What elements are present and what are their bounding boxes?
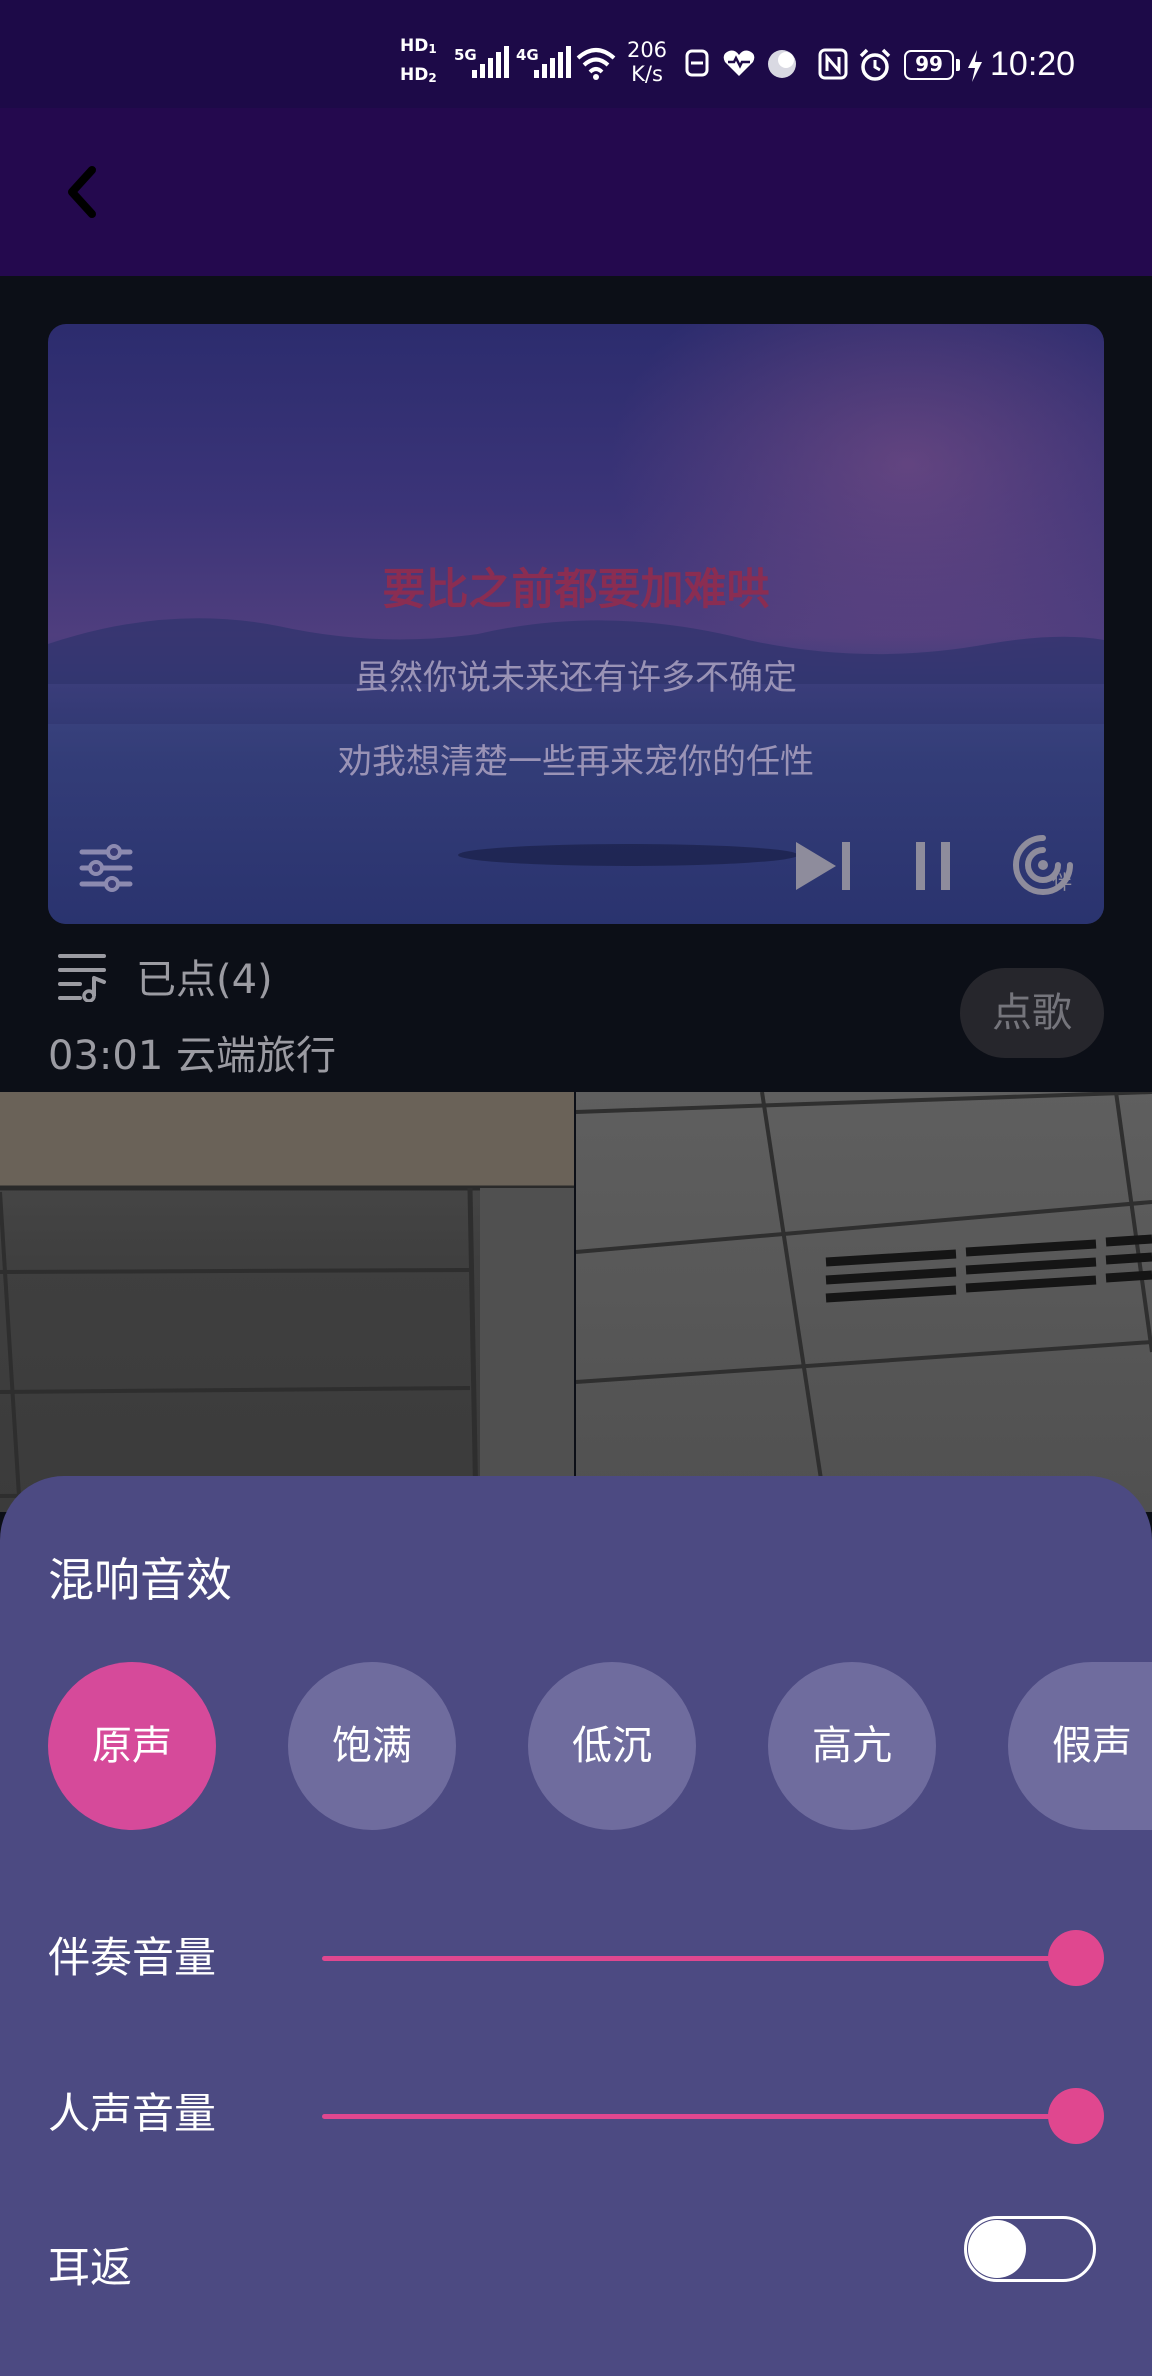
hd-1-label: HD — [400, 36, 429, 56]
network-speed: 206 K/s — [624, 38, 670, 86]
health-icon — [723, 50, 755, 76]
hd-2-icon: HD2 — [400, 65, 437, 88]
lyric-current-line: 要比之前都要加难哄 — [382, 565, 770, 615]
app-header — [0, 108, 1152, 276]
lyric-following-line: 劝我想清楚一些再来宠你的任性 — [338, 742, 814, 782]
preset-full[interactable]: 饱满 — [288, 1662, 456, 1830]
signal-2-icon — [534, 46, 571, 78]
order-song-button[interactable]: 点歌 — [960, 968, 1104, 1058]
network-speed-unit: K/s — [631, 62, 663, 86]
hd-2-sub: 2 — [428, 71, 437, 85]
preset-high[interactable]: 高亢 — [768, 1662, 936, 1830]
karaoke-player: 要比之前都要加难哄 虽然你说未来还有许多不确定 劝我想清楚一些再来宠你的任性 伴 — [48, 324, 1104, 924]
ceiling-tiles-left — [0, 1092, 574, 1512]
nfc-icon — [818, 48, 848, 80]
slider-thumb[interactable] — [1048, 1930, 1104, 1986]
ear-return-label: 耳返 — [48, 2243, 133, 2292]
battery-level: 99 — [904, 50, 954, 80]
next-song-icon[interactable] — [792, 836, 856, 896]
alarm-icon — [859, 48, 891, 81]
pause-icon[interactable] — [910, 836, 958, 896]
camera-left-pane — [0, 1092, 574, 1512]
hd-1-icon: HD1 — [400, 36, 437, 59]
back-arrow-icon[interactable] — [56, 152, 112, 232]
hd-2-label: HD — [400, 65, 429, 85]
assistant-ball-icon — [768, 50, 796, 78]
accompaniment-volume-slider[interactable] — [322, 1928, 1104, 1988]
ceiling-tiles-right — [575, 1092, 1152, 1512]
vocal-volume-slider[interactable] — [322, 2086, 1104, 2146]
preset-low[interactable]: 低沉 — [528, 1662, 696, 1830]
now-playing-info: 03:01 云端旅行 — [48, 1033, 336, 1079]
accompaniment-badge: 伴 — [1052, 870, 1072, 894]
lyric-next-line: 虽然你说未来还有许多不确定 — [355, 658, 797, 698]
sheet-title: 混响音效 — [48, 1553, 232, 1607]
accompaniment-volume-label: 伴奏音量 — [48, 1933, 217, 1982]
settings-sliders-icon[interactable] — [76, 836, 136, 896]
preset-falsetto[interactable]: 假声 — [1008, 1662, 1152, 1830]
status-bar: HD1 HD2 5G 4G 206 K/s 99 10:20 — [0, 0, 1152, 108]
slider-thumb[interactable] — [1048, 2088, 1104, 2144]
queued-songs-count[interactable]: 已点(4) — [136, 954, 273, 1006]
battery-tip — [956, 59, 960, 71]
camera-right-pane — [575, 1092, 1152, 1512]
ear-return-toggle[interactable] — [964, 2216, 1096, 2282]
clock: 10:20 — [990, 45, 1076, 83]
hd-1-sub: 1 — [428, 42, 437, 56]
boat-shape — [458, 844, 798, 866]
vocal-volume-label: 人声音量 — [48, 2089, 217, 2138]
network-speed-value: 206 — [626, 38, 668, 62]
charging-icon — [968, 50, 982, 82]
accompaniment-toggle[interactable]: 伴 — [1010, 832, 1076, 898]
wifi-icon — [576, 48, 616, 80]
slider-track — [322, 1956, 1076, 1961]
hd-indicators: HD1 HD2 — [400, 36, 437, 88]
signal-1-icon — [472, 46, 509, 78]
reverb-effects-sheet: 混响音效 原声 饱满 低沉 高亢 假声 伴奏音量 人声音量 耳返 — [0, 1476, 1152, 2376]
camera-preview — [0, 1092, 1152, 1512]
sync-icon — [685, 49, 709, 77]
slider-track — [322, 2114, 1076, 2119]
preset-original[interactable]: 原声 — [48, 1662, 216, 1830]
toggle-knob — [968, 2220, 1026, 2278]
playlist-icon[interactable] — [58, 950, 108, 1002]
